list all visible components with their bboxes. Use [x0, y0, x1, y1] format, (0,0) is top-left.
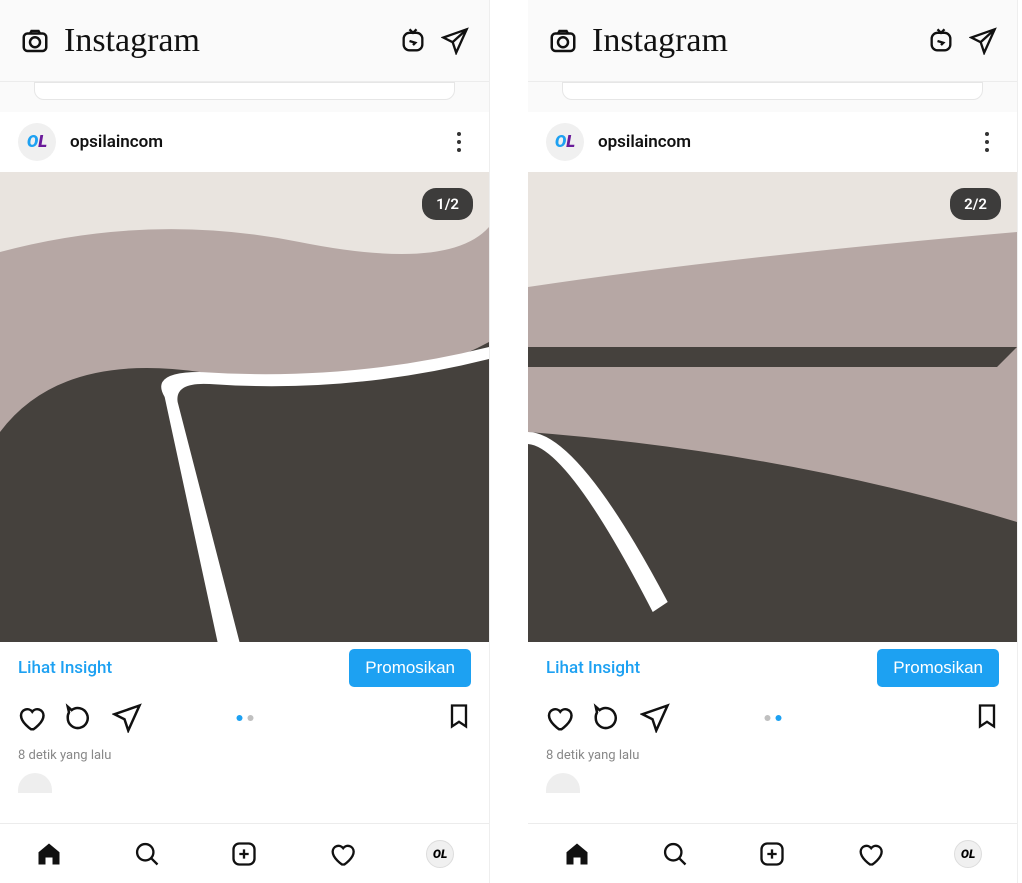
- profile-nav-icon[interactable]: OL: [954, 840, 982, 868]
- timestamp: 8 detik yang lalu: [0, 742, 489, 773]
- carousel-dots: [764, 715, 781, 721]
- bookmark-icon[interactable]: [973, 702, 1001, 730]
- post-media[interactable]: 2/2: [528, 172, 1017, 642]
- post-header: OL opsilaincom: [0, 112, 489, 172]
- dot-1: [764, 715, 770, 721]
- username[interactable]: opsilaincom: [598, 132, 961, 152]
- post-media[interactable]: 1/2: [0, 172, 489, 642]
- carousel-counter: 2/2: [950, 188, 1001, 220]
- send-icon[interactable]: [441, 27, 469, 55]
- search-residual: [528, 82, 1017, 112]
- search-box[interactable]: [562, 82, 983, 100]
- insight-row: Lihat Insight Promosikan: [528, 642, 1017, 694]
- avatar[interactable]: OL: [546, 123, 584, 161]
- send-icon[interactable]: [969, 27, 997, 55]
- promote-button[interactable]: Promosikan: [877, 649, 999, 687]
- home-icon[interactable]: [35, 840, 63, 868]
- camera-icon[interactable]: [548, 26, 578, 56]
- more-options-icon[interactable]: [447, 132, 471, 152]
- timestamp: 8 detik yang lalu: [528, 742, 1017, 773]
- activity-icon[interactable]: [328, 840, 356, 868]
- next-post-peek: [528, 773, 1017, 793]
- igtv-icon[interactable]: [927, 27, 955, 55]
- home-icon[interactable]: [563, 840, 591, 868]
- promote-button[interactable]: Promosikan: [349, 649, 471, 687]
- action-row: [528, 694, 1017, 742]
- app-logo: Instagram: [64, 22, 385, 60]
- app-logo: Instagram: [592, 22, 913, 60]
- phone-screen-1: Instagram OL opsilaincom 1/2 Lihat Insig…: [0, 0, 490, 883]
- insight-row: Lihat Insight Promosikan: [0, 642, 489, 694]
- add-post-icon[interactable]: [758, 840, 786, 868]
- camera-icon[interactable]: [20, 26, 50, 56]
- comment-icon[interactable]: [64, 703, 94, 733]
- igtv-icon[interactable]: [399, 27, 427, 55]
- search-box[interactable]: [34, 82, 455, 100]
- dot-1: [236, 715, 242, 721]
- more-options-icon[interactable]: [975, 132, 999, 152]
- dot-2: [775, 715, 781, 721]
- like-icon[interactable]: [544, 703, 574, 733]
- search-nav-icon[interactable]: [133, 840, 161, 868]
- share-icon[interactable]: [112, 703, 142, 733]
- search-nav-icon[interactable]: [661, 840, 689, 868]
- profile-nav-icon[interactable]: OL: [426, 840, 454, 868]
- top-bar: Instagram: [528, 0, 1017, 82]
- search-residual: [0, 82, 489, 112]
- bookmark-icon[interactable]: [445, 702, 473, 730]
- share-icon[interactable]: [640, 703, 670, 733]
- insight-link[interactable]: Lihat Insight: [546, 658, 640, 678]
- comment-icon[interactable]: [592, 703, 622, 733]
- username[interactable]: opsilaincom: [70, 132, 433, 152]
- add-post-icon[interactable]: [230, 840, 258, 868]
- activity-icon[interactable]: [856, 840, 884, 868]
- carousel-counter: 1/2: [422, 188, 473, 220]
- next-post-peek: [0, 773, 489, 793]
- bottom-nav: OL: [528, 823, 1017, 883]
- avatar[interactable]: OL: [18, 123, 56, 161]
- post-header: OL opsilaincom: [528, 112, 1017, 172]
- bottom-nav: OL: [0, 823, 489, 883]
- action-row: [0, 694, 489, 742]
- dot-2: [247, 715, 253, 721]
- like-icon[interactable]: [16, 703, 46, 733]
- phone-screen-2: Instagram OL opsilaincom 2/2 Lihat Insig…: [528, 0, 1018, 883]
- carousel-dots: [236, 715, 253, 721]
- top-bar: Instagram: [0, 0, 489, 82]
- insight-link[interactable]: Lihat Insight: [18, 658, 112, 678]
